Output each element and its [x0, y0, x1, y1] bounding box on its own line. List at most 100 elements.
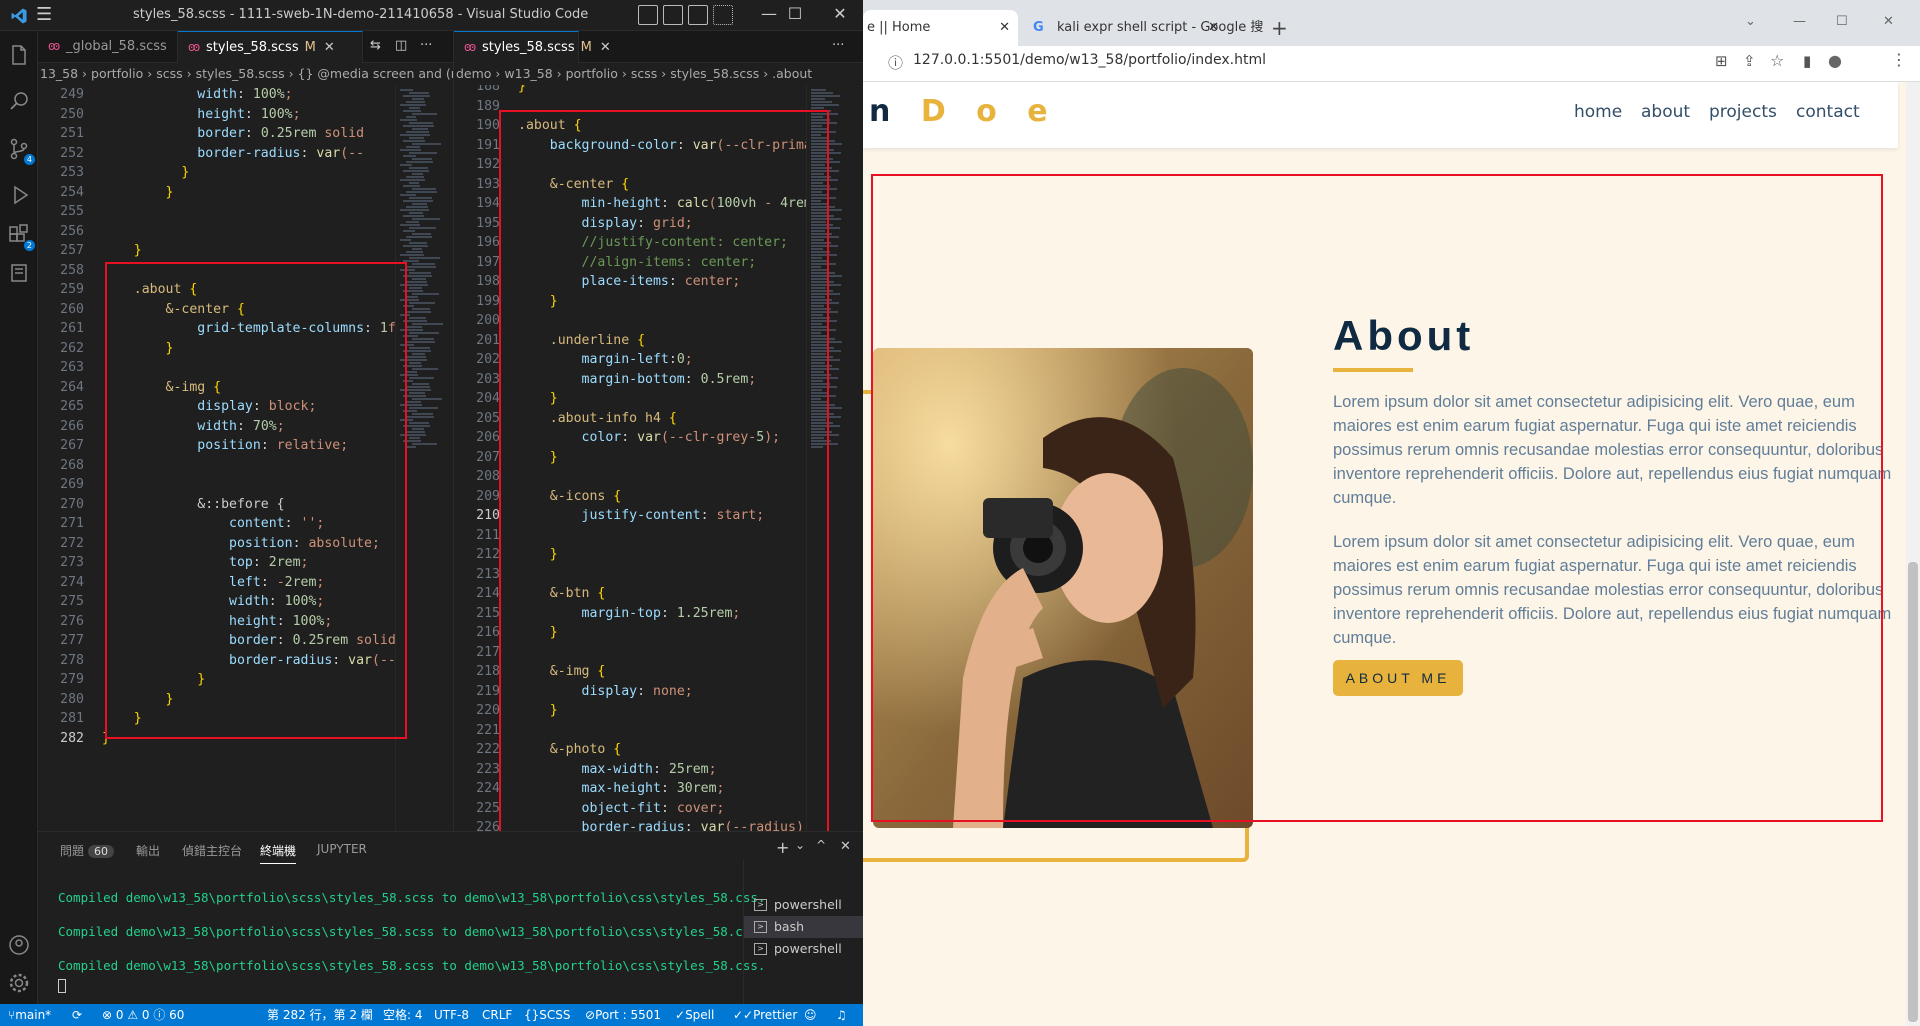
tab-search-icon[interactable]: ⌄: [1745, 4, 1756, 40]
code-line[interactable]: 202 margin-left:0;: [454, 350, 693, 369]
code-line[interactable]: 203 margin-bottom: 0.5rem;: [454, 370, 756, 389]
terminal-item-bash[interactable]: > bash: [744, 916, 863, 938]
code-line[interactable]: 257 }: [38, 241, 142, 260]
tab-jupyter[interactable]: JUPYTER: [317, 842, 367, 856]
browser-tab-google[interactable]: Gkali expr shell script - Google 搜 ✕: [1023, 10, 1263, 46]
side-panel-icon[interactable]: ▮: [1803, 52, 1811, 70]
code-line[interactable]: 197 //align-items: center;: [454, 253, 756, 272]
code-line[interactable]: 200: [454, 311, 500, 330]
more-actions-icon[interactable]: ···: [420, 38, 432, 53]
maximize-panel-icon[interactable]: ^: [816, 838, 826, 852]
code-line[interactable]: 210 justify-content: start;: [454, 506, 764, 525]
code-line[interactable]: 207 }: [454, 448, 558, 467]
tab-global-scss[interactable]: ꙭ _global_58.scss: [38, 31, 178, 63]
translate-icon[interactable]: ⊞: [1715, 52, 1728, 70]
toggle-panel-icon[interactable]: [663, 5, 683, 25]
code-line[interactable]: 253 }: [38, 163, 189, 182]
bookmark-star-icon[interactable]: ☆: [1770, 51, 1784, 70]
code-line[interactable]: 213: [454, 565, 500, 584]
breadcrumb[interactable]: demo › w13_58 › portfolio › scss › style…: [454, 63, 863, 85]
indentation-status[interactable]: 空格: 4: [383, 1004, 423, 1026]
code-line[interactable]: 222 &-photo {: [454, 740, 621, 759]
close-panel-icon[interactable]: ✕: [840, 839, 851, 854]
close-window-icon[interactable]: ✕: [826, 4, 854, 24]
code-line[interactable]: 226 border-radius: var(--radius);: [454, 818, 812, 831]
code-line[interactable]: 272 position: absolute;: [38, 534, 380, 553]
minimize-icon[interactable]: —: [755, 4, 783, 24]
code-editor-right[interactable]: 188} 189 190 .about {191 background-color: …: [454, 85, 863, 831]
code-line[interactable]: 189: [454, 97, 500, 116]
toggle-secondary-sidebar-icon[interactable]: [688, 5, 708, 25]
close-tab-icon[interactable]: ✕: [1208, 10, 1219, 46]
code-line[interactable]: 208: [454, 467, 500, 486]
code-line[interactable]: 256: [38, 222, 84, 241]
code-line[interactable]: 266 width: 70%;: [38, 417, 285, 436]
cursor-position-status[interactable]: 第 282 行，第 2 欄: [267, 1004, 373, 1026]
page-scrollbar[interactable]: [1906, 82, 1920, 1026]
notifications-bell-icon[interactable]: ♫: [836, 1004, 847, 1026]
terminal-item-powershell-2[interactable]: > powershell: [744, 938, 863, 960]
code-line[interactable]: 221: [454, 721, 500, 740]
search-icon[interactable]: [5, 87, 33, 115]
code-line[interactable]: 279 }: [38, 670, 205, 689]
code-line[interactable]: 252 border-radius: var(--: [38, 144, 364, 163]
url-input[interactable]: 127.0.0.1:5501/demo/w13_58/portfolio/ind…: [913, 52, 1266, 68]
code-line[interactable]: 281 }: [38, 709, 142, 728]
sync-icon[interactable]: ⟳: [72, 1004, 82, 1026]
code-line[interactable]: 218 &-img {: [454, 662, 605, 681]
maximize-icon[interactable]: ☐: [781, 4, 809, 24]
terminal-item-powershell[interactable]: > powershell: [744, 894, 863, 916]
code-line[interactable]: 265 display: block;: [38, 397, 316, 416]
share-icon[interactable]: ⇪: [1743, 52, 1756, 70]
code-line[interactable]: 254 }: [38, 183, 173, 202]
code-line[interactable]: 261 grid-template-columns: 1f: [38, 319, 396, 338]
code-line[interactable]: 267 position: relative;: [38, 436, 348, 455]
extensions-icon[interactable]: 2: [5, 221, 35, 251]
code-line[interactable]: 275 width: 100%;: [38, 592, 324, 611]
customize-layout-icon[interactable]: [713, 5, 733, 25]
code-line[interactable]: 274 left: -2rem;: [38, 573, 324, 592]
code-line[interactable]: 251 border: 0.25rem solid: [38, 124, 364, 143]
profile-avatar-icon[interactable]: ●: [1828, 51, 1842, 70]
code-line[interactable]: 278 border-radius: var(--: [38, 651, 396, 670]
code-line[interactable]: 269: [38, 475, 84, 494]
close-tab-icon[interactable]: ✕: [999, 10, 1010, 46]
new-tab-button[interactable]: +: [1271, 10, 1288, 46]
code-line[interactable]: 273 top: 2rem;: [38, 553, 308, 572]
nav-about-link[interactable]: about: [1641, 102, 1690, 122]
code-line[interactable]: 268: [38, 456, 84, 475]
prettier-status[interactable]: ✓✓ Prettier: [733, 1004, 797, 1026]
spell-status[interactable]: ✓ Spell: [675, 1004, 714, 1026]
code-line[interactable]: 216 }: [454, 623, 558, 642]
code-line[interactable]: 264 &-img {: [38, 378, 221, 397]
code-line[interactable]: 223 max-width: 25rem;: [454, 760, 716, 779]
code-line[interactable]: 209 &-icons {: [454, 487, 621, 506]
code-line[interactable]: 220 }: [454, 701, 558, 720]
code-line[interactable]: 255: [38, 202, 84, 221]
site-logo[interactable]: n D o e: [869, 94, 1058, 129]
code-line[interactable]: 276 height: 100%;: [38, 612, 332, 631]
code-line[interactable]: 214 &-btn {: [454, 584, 605, 603]
breadcrumb[interactable]: 13_58 › portfolio › scss › styles_58.scs…: [38, 63, 453, 85]
code-line[interactable]: 192: [454, 155, 500, 174]
code-editor-left[interactable]: 249 width: 100%; 250 height: 100%; 251 bor…: [38, 85, 453, 831]
nav-home-link[interactable]: home: [1574, 102, 1622, 122]
hamburger-menu-icon[interactable]: ☰: [36, 5, 52, 25]
run-debug-icon[interactable]: [5, 181, 33, 209]
tab-styles-scss-right[interactable]: ꙭ styles_58.scss M ✕: [454, 31, 611, 63]
code-line[interactable]: 211: [454, 526, 500, 545]
problems-status[interactable]: ⊗ 0 ⚠ 0 ⓘ 60: [102, 1004, 184, 1026]
code-line[interactable]: 190 .about {: [454, 116, 581, 135]
code-line[interactable]: 215 margin-top: 1.25rem;: [454, 604, 740, 623]
eol-status[interactable]: CRLF: [482, 1004, 512, 1026]
code-line[interactable]: 258: [38, 261, 84, 280]
tab-output[interactable]: 輸出: [136, 842, 160, 859]
minimize-icon[interactable]: —: [1793, 4, 1806, 40]
nav-projects-link[interactable]: projects: [1709, 102, 1777, 122]
code-line[interactable]: 250 height: 100%;: [38, 105, 300, 124]
split-editor-icon[interactable]: ◫: [395, 38, 407, 53]
feedback-icon[interactable]: ☺: [804, 1004, 817, 1026]
code-line[interactable]: 280 }: [38, 690, 173, 709]
scrollbar-thumb[interactable]: [1908, 562, 1918, 1022]
browser-menu-icon[interactable]: ⋮: [1891, 50, 1907, 69]
